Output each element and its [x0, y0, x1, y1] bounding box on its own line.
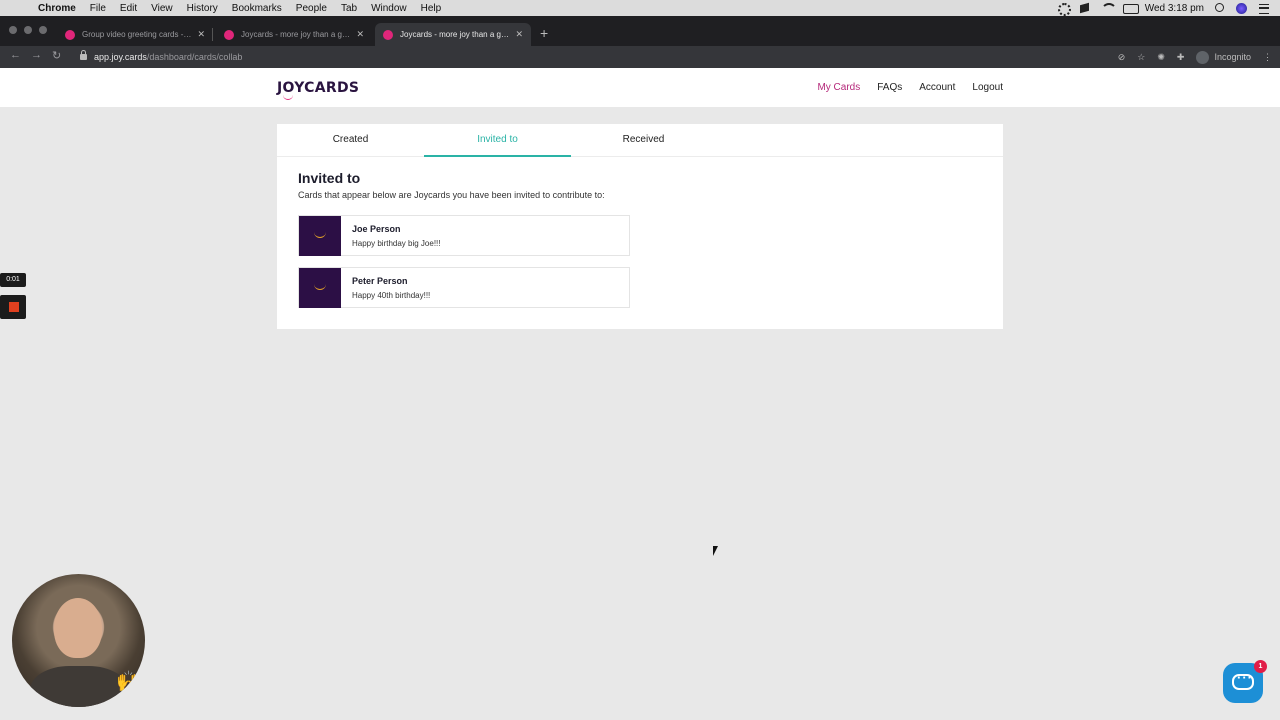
- browser-tab-strip: Group video greeting cards - Joycards ✕ …: [0, 16, 1280, 46]
- card-thumbnail: [299, 268, 341, 308]
- close-tab-icon[interactable]: ✕: [515, 29, 523, 40]
- mouse-cursor: [713, 546, 718, 556]
- section-description: Cards that appear below are Joycards you…: [298, 190, 605, 200]
- site-header: JOYCARDS My Cards FAQs Account Logout: [0, 68, 1280, 107]
- nav-logout[interactable]: Logout: [972, 82, 1003, 93]
- lock-icon: [80, 50, 87, 60]
- card-recipient-name: Joe Person: [352, 224, 401, 234]
- stop-recording-button[interactable]: [0, 295, 26, 319]
- card-recipient-name: Peter Person: [352, 276, 408, 286]
- menu-view[interactable]: View: [151, 3, 173, 14]
- browser-tab-1[interactable]: Group video greeting cards - Joycards ✕: [57, 23, 213, 46]
- browser-tab-2[interactable]: Joycards - more joy than a greeting card…: [216, 23, 372, 46]
- close-tab-icon[interactable]: ✕: [197, 29, 205, 40]
- tab-invited-to[interactable]: Invited to: [424, 124, 571, 157]
- nav-faqs[interactable]: FAQs: [877, 82, 902, 93]
- eye-slash-icon[interactable]: ⊘: [1118, 52, 1126, 63]
- reload-icon[interactable]: ↻: [52, 49, 61, 62]
- more-options-icon[interactable]: ⋮: [1263, 52, 1272, 63]
- main-nav: My Cards FAQs Account Logout: [817, 82, 1003, 93]
- section-title: Invited to: [298, 170, 361, 186]
- logo-text: JOYCARDS: [277, 80, 360, 96]
- smile-icon: [314, 232, 326, 238]
- nav-my-cards[interactable]: My Cards: [817, 82, 860, 93]
- card-thumbnail: [299, 216, 341, 256]
- menubar-clock[interactable]: Wed 3:18 pm: [1145, 3, 1204, 14]
- browser-tab-title: Joycards - more joy than a greeting card: [241, 30, 350, 39]
- close-tab-icon[interactable]: ✕: [356, 29, 364, 40]
- incognito-label: Incognito: [1214, 52, 1251, 62]
- smile-icon: [314, 284, 326, 290]
- menu-window[interactable]: Window: [371, 3, 407, 14]
- siri-icon[interactable]: [1236, 3, 1248, 14]
- browser-tab-title: Joycards - more joy than a greeting card: [400, 30, 509, 39]
- webcam-bubble[interactable]: 🙌: [12, 574, 145, 707]
- toolbar-right-icons: ⊘ ☆ ✺ ✚ Incognito ⋮: [1118, 48, 1272, 66]
- minimize-window-button[interactable]: [24, 26, 32, 34]
- window-controls: [9, 26, 47, 34]
- chat-bubble-icon: [1232, 670, 1254, 690]
- close-window-button[interactable]: [9, 26, 17, 34]
- tab-separator: [212, 28, 213, 41]
- joycards-favicon-icon: [224, 29, 234, 40]
- raised-hands-icon: 🙌: [116, 671, 141, 693]
- nav-account[interactable]: Account: [919, 82, 955, 93]
- url-path: /dashboard/cards/collab: [146, 52, 243, 62]
- menu-history[interactable]: History: [187, 3, 218, 14]
- tab-created[interactable]: Created: [277, 124, 424, 157]
- new-tab-button[interactable]: +: [540, 25, 548, 41]
- dashboard-tabs: Created Invited to Received: [277, 124, 1003, 157]
- dashboard-panel: Created Invited to Received Invited to C…: [277, 124, 1003, 329]
- tab-received[interactable]: Received: [570, 124, 717, 157]
- bookmark-star-icon[interactable]: ☆: [1137, 52, 1145, 63]
- dropbox-icon[interactable]: [1079, 3, 1091, 13]
- joycards-favicon-icon: [65, 29, 75, 40]
- menu-file[interactable]: File: [90, 3, 106, 14]
- extensions-puzzle-icon[interactable]: ✚: [1177, 52, 1185, 63]
- recording-timer: 0:01: [0, 273, 26, 287]
- gear-icon[interactable]: [1057, 3, 1071, 16]
- back-arrow-icon[interactable]: ←: [10, 49, 21, 61]
- card-message: Happy 40th birthday!!!: [352, 291, 431, 300]
- battery-icon[interactable]: [1122, 3, 1139, 14]
- webcam-person-face: [54, 598, 102, 658]
- spotlight-search-icon[interactable]: [1214, 3, 1226, 13]
- joycards-favicon-icon: [383, 29, 393, 40]
- forward-arrow-icon[interactable]: →: [31, 49, 42, 61]
- browser-tab-title: Group video greeting cards - Joycards: [82, 30, 191, 39]
- webcam-person-shirt: [30, 666, 128, 707]
- macos-menubar: Chrome File Edit View History Bookmarks …: [0, 0, 1280, 16]
- url-host: app.joy.cards: [94, 52, 147, 62]
- menu-bookmarks[interactable]: Bookmarks: [232, 3, 282, 14]
- incognito-icon: [1196, 50, 1210, 64]
- logo-smile-icon: [283, 95, 293, 100]
- menu-help[interactable]: Help: [421, 3, 442, 14]
- browser-toolbar: ← → ↻ app.joy.cards/dashboard/cards/coll…: [0, 46, 1280, 68]
- maximize-window-button[interactable]: [39, 26, 47, 34]
- menu-chrome[interactable]: Chrome: [38, 3, 76, 14]
- browser-tab-3-active[interactable]: Joycards - more joy than a greeting card…: [375, 23, 531, 46]
- menu-people[interactable]: People: [296, 3, 327, 14]
- menu-edit[interactable]: Edit: [120, 3, 137, 14]
- joycard-list-item[interactable]: Peter Person Happy 40th birthday!!!: [298, 267, 630, 308]
- joycards-logo[interactable]: JOYCARDS: [277, 80, 360, 100]
- notification-center-icon[interactable]: [1258, 3, 1270, 14]
- chat-unread-badge: 1: [1254, 660, 1267, 673]
- menubar-status-area: Wed 3:18 pm: [1057, 0, 1270, 16]
- address-bar[interactable]: app.joy.cards/dashboard/cards/collab: [75, 48, 1137, 66]
- menu-tab[interactable]: Tab: [341, 3, 357, 14]
- joycard-list-item[interactable]: Joe Person Happy birthday big Joe!!!: [298, 215, 630, 256]
- incognito-profile-button[interactable]: Incognito: [1196, 50, 1251, 64]
- card-message: Happy birthday big Joe!!!: [352, 239, 441, 248]
- extension-atom-icon[interactable]: ✺: [1157, 52, 1165, 63]
- wifi-icon[interactable]: [1100, 3, 1117, 13]
